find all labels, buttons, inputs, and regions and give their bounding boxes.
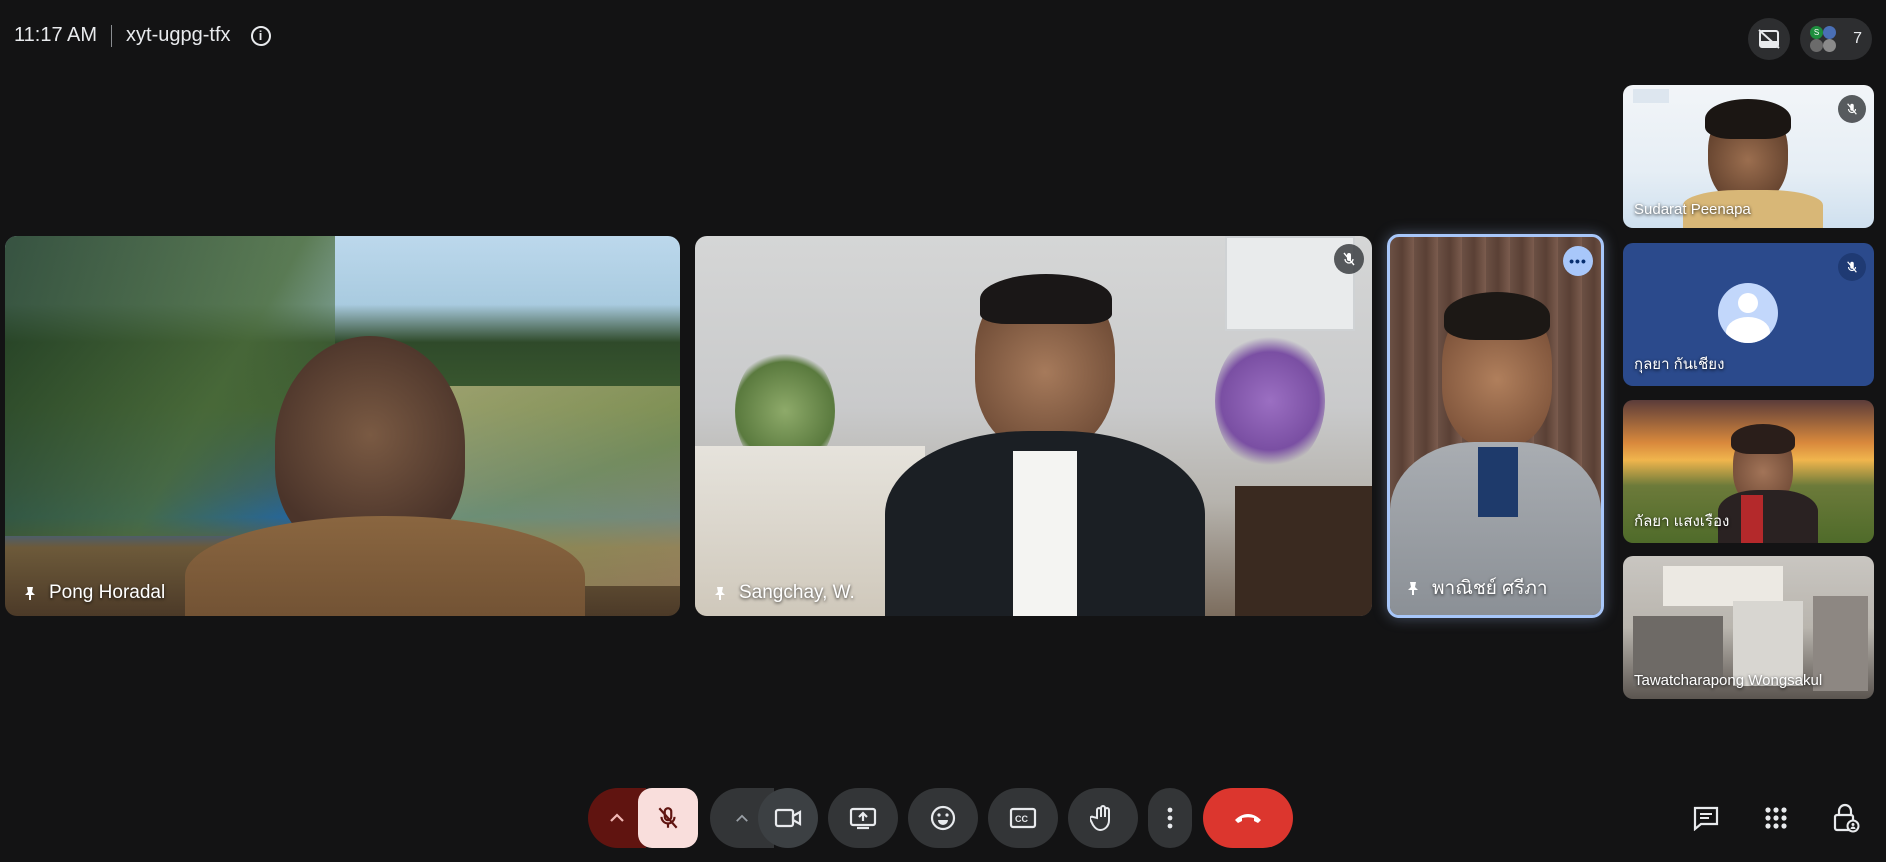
info-icon[interactable]: i: [250, 25, 271, 46]
host-controls-button[interactable]: [1828, 800, 1864, 836]
end-call-icon: [1235, 814, 1261, 823]
camera-toggle-button[interactable]: [758, 788, 818, 848]
participant-name: Pong Horadal: [49, 582, 166, 603]
chat-icon: [1693, 806, 1719, 831]
participant-name: พาณิชย์ ศรีภา: [1432, 578, 1548, 599]
present-screen-button[interactable]: [828, 788, 898, 848]
meeting-toolbar: CC: [0, 788, 1886, 848]
tile-name-phanit: พาณิชย์ ศรีภา: [1404, 573, 1548, 603]
lock-person-icon: [1833, 803, 1860, 833]
side-tile-kanlaya[interactable]: กัลยา แสงเรือง: [1623, 400, 1874, 543]
meeting-code: xyt-ugpg-tfx: [126, 24, 231, 46]
pin-icon[interactable]: [711, 584, 729, 602]
video-tile-phanit[interactable]: ••• พาณิชย์ ศรีภา: [1387, 234, 1604, 618]
present-screen-icon: [849, 807, 877, 830]
participant-name: Tawatcharapong Wongsakul: [1634, 672, 1823, 689]
hand-icon: [1090, 805, 1110, 832]
more-vert-icon: [1167, 807, 1173, 829]
chevron-up-icon: [736, 814, 748, 822]
chevron-up-icon: [610, 813, 624, 822]
muted-mic-icon: [1334, 244, 1364, 274]
hide-self-view-button[interactable]: [1748, 18, 1790, 60]
header-divider: [111, 24, 113, 47]
raise-hand-button[interactable]: [1068, 788, 1138, 848]
video-tile-pong[interactable]: Pong Horadal: [5, 236, 680, 616]
participants-count: 7: [1853, 30, 1862, 47]
participant-name: กัลยา แสงเรือง: [1634, 513, 1730, 530]
avatar-initial: S: [1810, 26, 1823, 39]
video-tile-sangchay[interactable]: Sangchay, W.: [695, 236, 1372, 616]
more-options-icon[interactable]: •••: [1563, 246, 1593, 276]
meeting-header: 11:17 AM xyt-ugpg-tfx i: [14, 24, 271, 47]
participant-name: Sangchay, W.: [739, 582, 855, 603]
participant-name: Sudarat Peenapa: [1634, 201, 1751, 218]
mic-off-icon: [658, 807, 678, 829]
side-tile-sudarat[interactable]: Sudarat Peenapa: [1623, 85, 1874, 228]
no-self-view-icon: [1758, 29, 1780, 49]
tile-name-sangchay: Sangchay, W.: [711, 582, 855, 604]
muted-mic-icon: [1838, 253, 1866, 281]
emoji-icon: [930, 805, 956, 831]
leave-call-button[interactable]: [1203, 788, 1293, 848]
activities-button[interactable]: [1758, 800, 1794, 836]
side-tile-kulaya[interactable]: กุลยา กันเชียง: [1623, 243, 1874, 386]
side-panel-controls: [1688, 800, 1864, 836]
chat-button[interactable]: [1688, 800, 1724, 836]
video-camera-icon: [774, 808, 802, 828]
svg-text:CC: CC: [1015, 814, 1028, 824]
participant-name: กุลยา กันเชียง: [1634, 356, 1725, 373]
reactions-button[interactable]: [908, 788, 978, 848]
participant-avatars-icon: S: [1810, 26, 1836, 52]
apps-grid-icon: [1765, 807, 1787, 829]
people-button[interactable]: S 7: [1800, 18, 1872, 60]
avatar: [1718, 283, 1778, 343]
muted-mic-icon: [1838, 95, 1866, 123]
captions-button[interactable]: CC: [988, 788, 1058, 848]
pin-icon[interactable]: [21, 584, 39, 602]
meeting-time: 11:17 AM: [14, 24, 98, 46]
top-right-controls: S 7: [1748, 18, 1872, 60]
tile-name-pong: Pong Horadal: [21, 582, 165, 604]
closed-captions-icon: CC: [1009, 807, 1037, 829]
more-options-button[interactable]: [1148, 788, 1192, 848]
pin-icon[interactable]: [1404, 579, 1422, 597]
side-tile-tawatcharapong[interactable]: Tawatcharapong Wongsakul: [1623, 556, 1874, 699]
microphone-toggle-button[interactable]: [638, 788, 698, 848]
